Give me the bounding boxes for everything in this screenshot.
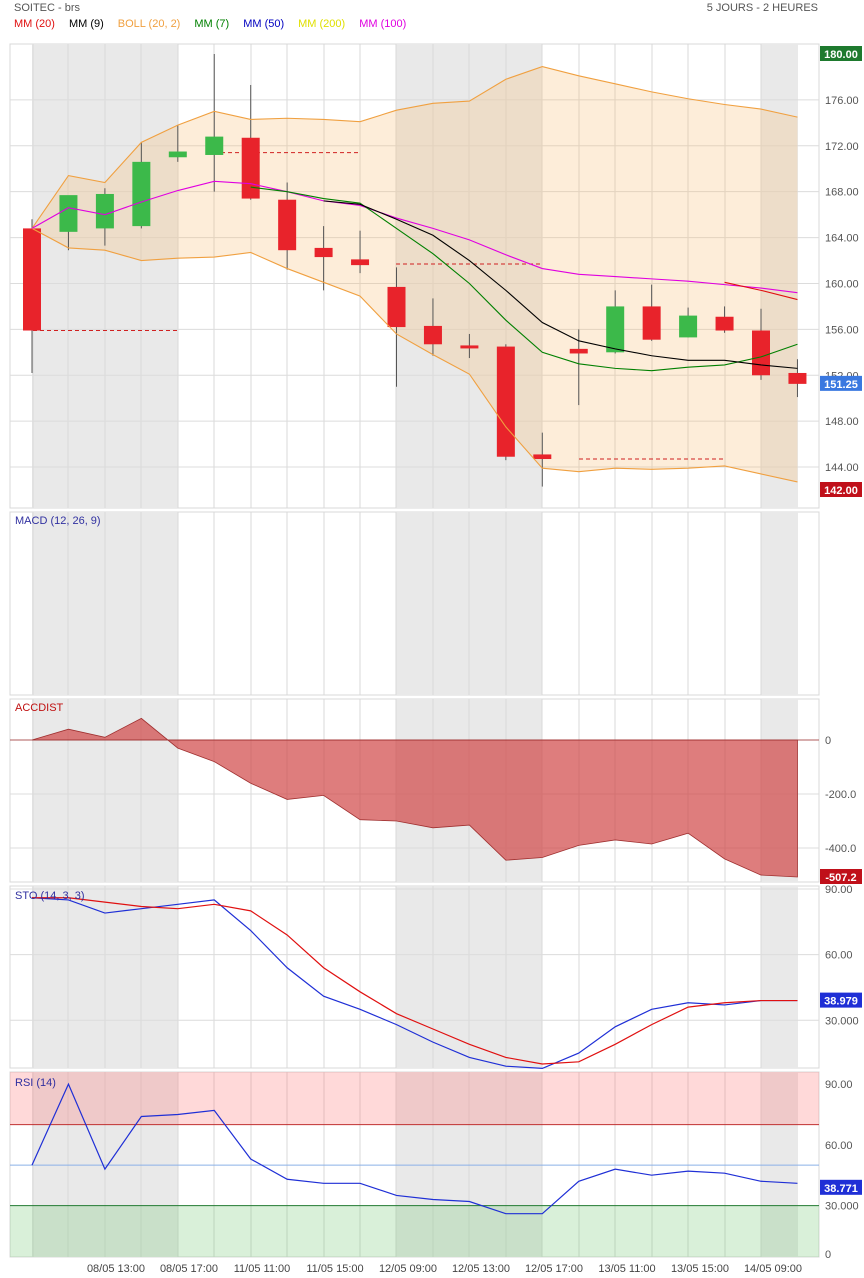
y-tick-label: 144.00 bbox=[825, 462, 859, 474]
y-tick-label: 156.00 bbox=[825, 324, 859, 336]
candle-body bbox=[460, 345, 479, 349]
chart-root: SOITEC - brs 5 JOURS - 2 HEURES MM (20) M… bbox=[0, 0, 864, 1278]
y-tick-label: 60.00 bbox=[825, 1140, 853, 1152]
candle-body bbox=[351, 259, 370, 266]
x-tick-label: 13/05 11:00 bbox=[598, 1263, 655, 1275]
rsi-title: RSI (14) bbox=[15, 1077, 56, 1089]
y-tick-label: 90.00 bbox=[825, 1079, 853, 1091]
candle-body bbox=[23, 228, 41, 331]
y-tick-label: 176.00 bbox=[825, 95, 859, 107]
y-tick-label: 148.00 bbox=[825, 416, 859, 428]
candle-body bbox=[314, 247, 333, 258]
chart-canvas[interactable]: 144.00148.00152.00156.00160.00164.00168.… bbox=[0, 0, 864, 1278]
macd-title: MACD (12, 26, 9) bbox=[15, 515, 101, 527]
candle-body bbox=[569, 348, 588, 354]
rsi-oversold-zone bbox=[10, 1205, 819, 1257]
candle-body bbox=[59, 195, 78, 232]
y-tick-label: 172.00 bbox=[825, 141, 859, 153]
y-tick-label: 30.000 bbox=[825, 1201, 859, 1213]
accdist-title: ACCDIST bbox=[15, 702, 64, 714]
x-tick-label: 11/05 15:00 bbox=[306, 1263, 363, 1275]
candle-body bbox=[752, 330, 770, 376]
candle-body bbox=[168, 151, 187, 158]
sto-last-badge: 38.979 bbox=[824, 996, 858, 1008]
y-tick-label: 0 bbox=[825, 735, 831, 747]
candle-body bbox=[606, 306, 625, 353]
candle-body bbox=[788, 372, 807, 384]
x-tick-label: 11/05 11:00 bbox=[234, 1263, 290, 1275]
candle-body bbox=[496, 346, 515, 457]
price-last-badge: 151.25 bbox=[824, 379, 858, 391]
y-tick-label: 30.000 bbox=[825, 1015, 859, 1027]
sto-title: STO (14, 3, 3) bbox=[15, 890, 85, 902]
candle-body bbox=[205, 136, 224, 155]
y-tick-label: 164.00 bbox=[825, 233, 859, 245]
candle-body bbox=[95, 193, 114, 229]
x-tick-label: 08/05 13:00 bbox=[87, 1263, 145, 1275]
y-tick-label: -200.0 bbox=[825, 789, 856, 801]
candle-body bbox=[132, 161, 151, 227]
x-tick-label: 13/05 15:00 bbox=[671, 1263, 729, 1275]
x-tick-label: 12/05 13:00 bbox=[452, 1263, 510, 1275]
candle-body bbox=[642, 306, 661, 340]
y-tick-label: 0 bbox=[825, 1249, 831, 1261]
candle-body bbox=[679, 315, 698, 338]
candle-body bbox=[278, 199, 297, 251]
session-shade bbox=[761, 512, 798, 695]
y-tick-label: 90.00 bbox=[825, 884, 853, 896]
y-tick-label: 168.00 bbox=[825, 187, 859, 199]
price-high-badge: 180.00 bbox=[824, 49, 858, 61]
y-tick-label: -400.0 bbox=[825, 843, 856, 855]
session-shade bbox=[761, 886, 798, 1068]
candle-body bbox=[715, 316, 734, 331]
rsi-overbought-zone bbox=[10, 1072, 819, 1125]
rsi-last-badge: 38.771 bbox=[824, 1183, 858, 1195]
x-tick-label: 14/05 09:00 bbox=[744, 1263, 802, 1275]
candle-body bbox=[387, 286, 406, 328]
price-low-badge: 142.00 bbox=[824, 485, 858, 497]
y-tick-label: 60.00 bbox=[825, 950, 853, 962]
y-tick-label: 160.00 bbox=[825, 278, 859, 290]
candle-body bbox=[241, 137, 260, 199]
candle-body bbox=[533, 454, 552, 460]
x-tick-label: 12/05 09:00 bbox=[379, 1263, 437, 1275]
x-tick-label: 12/05 17:00 bbox=[525, 1263, 583, 1275]
candle-body bbox=[423, 325, 442, 345]
x-tick-label: 08/05 17:00 bbox=[160, 1263, 218, 1275]
accdist-last-badge: -507.2 bbox=[825, 872, 856, 884]
